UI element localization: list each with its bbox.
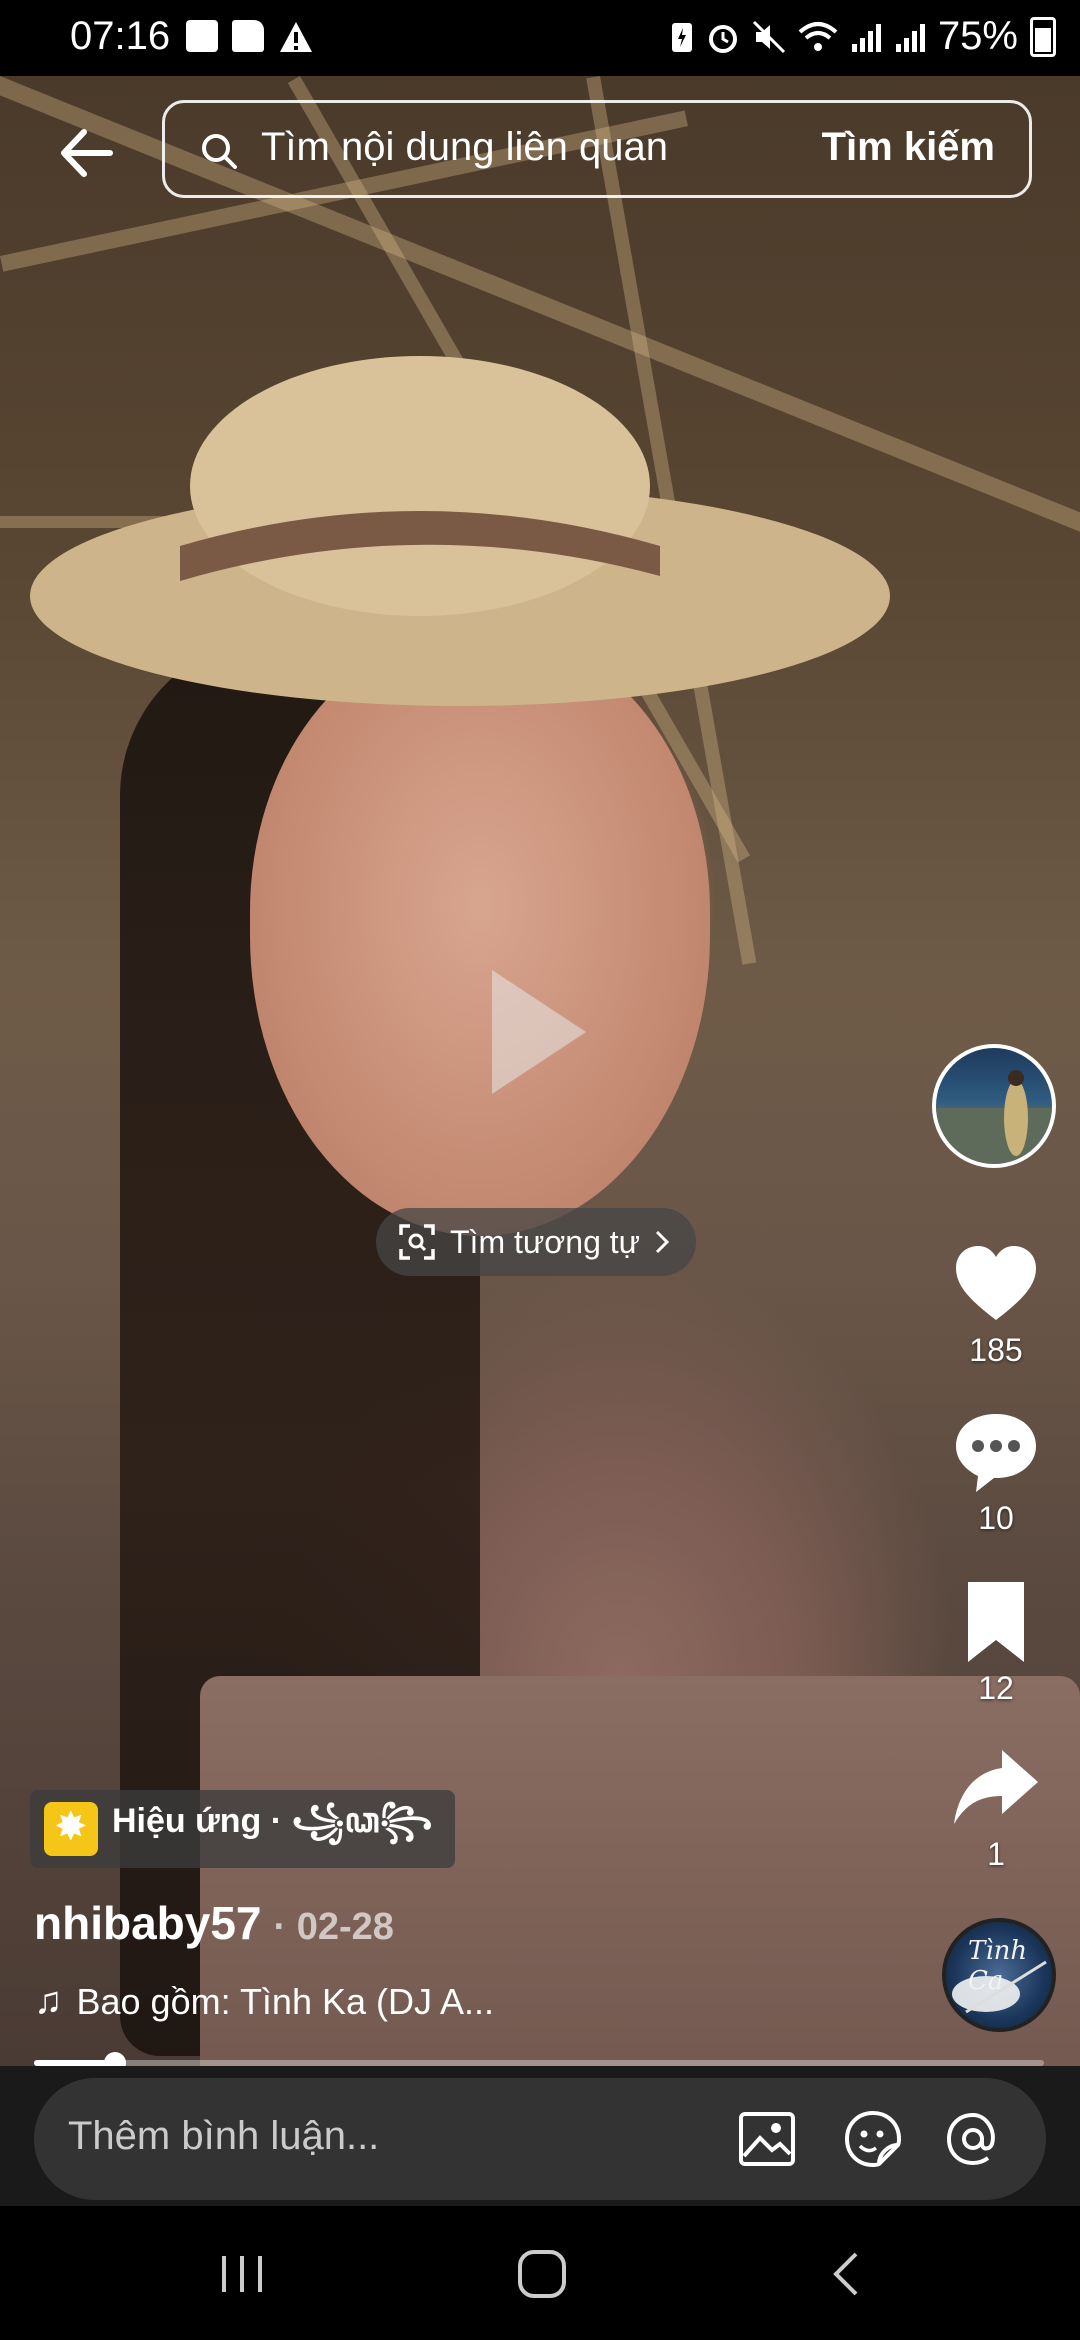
back-arrow-icon[interactable] — [52, 118, 122, 188]
like-count: 185 — [969, 1332, 1023, 1368]
sparkle-icon — [44, 1802, 98, 1856]
music-line[interactable]: ♫ Bao gồm: Tình Ka (DJ A... — [34, 1980, 494, 2023]
heart-icon — [956, 1246, 1036, 1320]
search-input[interactable]: Tìm nội dung liên quan — [261, 125, 668, 170]
folder-icon — [232, 20, 264, 52]
music-note-icon: ♫ — [34, 1980, 63, 2022]
status-time: 07:16 — [70, 14, 171, 58]
comment-bar: Thêm bình luận... — [0, 2066, 1080, 2206]
share-button[interactable]: 1 — [936, 1742, 1056, 1873]
effect-chip[interactable]: Hiệu ứng · ꧁ꦣ꧂ — [30, 1790, 455, 1868]
mute-icon — [752, 20, 785, 53]
share-count: 1 — [987, 1836, 1005, 1872]
status-bar: 07:16 75% — [0, 0, 1080, 76]
signal-icon — [895, 23, 925, 52]
battery-percent: 75% — [937, 14, 1018, 58]
recent-apps-icon[interactable] — [212, 2244, 272, 2304]
disc-art — [952, 1960, 1047, 2014]
sticker-icon[interactable] — [842, 2108, 904, 2170]
search-submit-button[interactable]: Tìm kiếm — [822, 125, 995, 170]
author-line: nhibaby57 · 02-28 — [34, 1896, 394, 1950]
find-similar-button[interactable]: Tìm tương tự — [376, 1208, 697, 1276]
battery-icon — [1030, 16, 1056, 57]
comment-input[interactable]: Thêm bình luận... — [34, 2078, 1046, 2200]
bookmark-icon — [968, 1582, 1024, 1662]
mention-icon[interactable] — [942, 2108, 1004, 2170]
image-scan-icon — [399, 1224, 435, 1260]
music-title: Bao gồm: Tình Ka (DJ A... — [76, 1980, 495, 2022]
like-button[interactable]: 185 — [936, 1238, 1056, 1369]
signal-icon — [851, 23, 881, 52]
comment-count: 10 — [978, 1500, 1014, 1536]
comment-button[interactable]: 10 — [936, 1406, 1056, 1537]
comment-placeholder[interactable]: Thêm bình luận... — [68, 2114, 379, 2159]
image-icon[interactable] — [736, 2108, 798, 2170]
status-system-icons: 75% — [670, 14, 1056, 59]
wifi-icon — [798, 21, 838, 51]
status-notification-icons — [186, 20, 314, 54]
warning-icon — [280, 22, 312, 52]
music-disc[interactable]: Tình Ca — [942, 1918, 1056, 2032]
search-bar[interactable]: Tìm nội dung liên quan Tìm kiếm — [162, 100, 1032, 198]
share-icon — [954, 1750, 1038, 1824]
save-button[interactable]: 12 — [936, 1576, 1056, 1707]
author-name[interactable]: nhibaby57 — [34, 1896, 262, 1950]
author-avatar[interactable] — [932, 1044, 1056, 1168]
post-date: · 02-28 — [273, 1906, 394, 1948]
checkbox-icon — [186, 20, 218, 52]
chevron-right-icon — [656, 1230, 670, 1254]
find-similar-label: Tìm tương tự — [450, 1223, 641, 1260]
effect-label: Hiệu ứng · ꧁ꦣ꧂ — [112, 1801, 433, 1840]
battery-saver-icon — [671, 22, 692, 52]
system-nav-bar — [0, 2206, 1080, 2340]
subject-hat — [30, 356, 890, 706]
alarm-icon — [708, 24, 737, 53]
comment-icon — [956, 1414, 1036, 1492]
play-icon[interactable] — [484, 962, 594, 1102]
save-count: 12 — [978, 1670, 1014, 1706]
search-icon — [202, 134, 237, 169]
home-icon[interactable] — [512, 2244, 572, 2304]
subject-face — [250, 636, 710, 1236]
back-nav-icon[interactable] — [818, 2244, 878, 2304]
